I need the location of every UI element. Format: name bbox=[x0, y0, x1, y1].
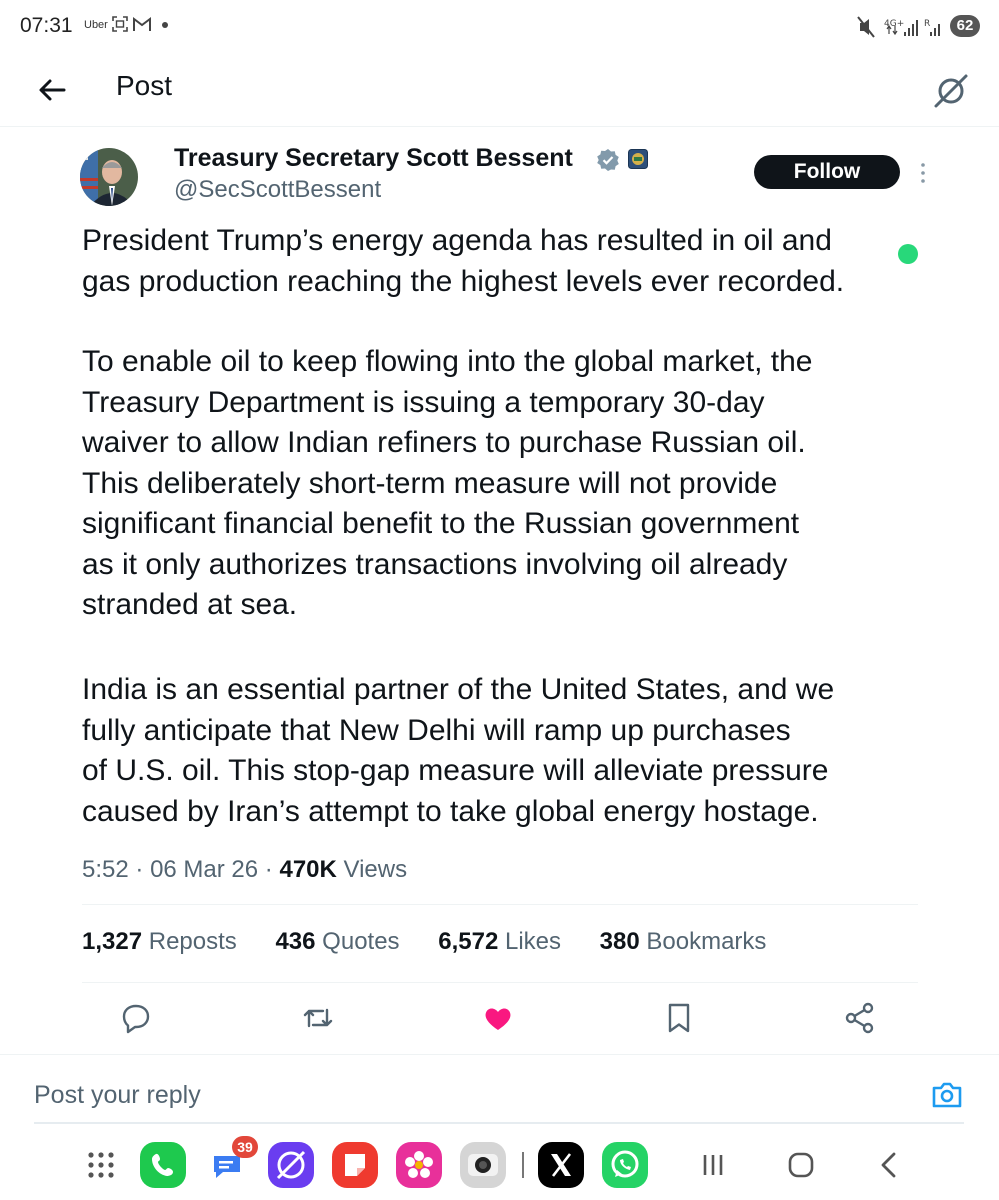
repost-icon[interactable] bbox=[300, 1000, 336, 1036]
divider bbox=[82, 904, 918, 905]
more-notifications-dot bbox=[162, 22, 168, 28]
quotes-label: Quotes bbox=[322, 928, 400, 955]
engagement-stats: 1,327 Reposts 436 Quotes 6,572 Likes 380… bbox=[82, 928, 798, 956]
bookmarks-label: Bookmarks bbox=[646, 928, 767, 955]
x-app-icon[interactable] bbox=[538, 1142, 584, 1188]
notes-app-icon[interactable] bbox=[332, 1142, 378, 1188]
grok-icon[interactable] bbox=[928, 68, 974, 114]
whatsapp-app-icon[interactable] bbox=[602, 1142, 648, 1188]
more-options-icon[interactable] bbox=[912, 160, 934, 186]
internet-app-icon[interactable] bbox=[268, 1142, 314, 1188]
dock-separator bbox=[522, 1152, 524, 1178]
status-bar: 07:31 Uber 4G+ R 62 bbox=[0, 0, 999, 56]
gmail-notification-icon bbox=[133, 17, 151, 31]
back-arrow-icon[interactable] bbox=[30, 68, 74, 112]
status-clock: 07:31 bbox=[20, 14, 73, 37]
reposts-label: Reposts bbox=[148, 928, 237, 955]
meta-separator: · bbox=[264, 856, 273, 883]
verified-badge-icon bbox=[597, 149, 619, 171]
svg-text:R: R bbox=[924, 19, 930, 29]
post-paragraph-2: To enable oil to keep flowing into the g… bbox=[82, 345, 813, 621]
camera-icon[interactable] bbox=[930, 1078, 964, 1112]
reply-icon[interactable] bbox=[118, 1000, 154, 1036]
messages-unread-badge: 39 bbox=[232, 1136, 258, 1158]
author-handle[interactable]: @SecScottBessent bbox=[174, 176, 381, 204]
battery-level: 62 bbox=[950, 15, 980, 37]
follow-button[interactable]: Follow bbox=[754, 155, 900, 189]
likes-stat[interactable]: 6,572 Likes bbox=[438, 928, 561, 956]
views-label: Views bbox=[343, 856, 408, 883]
likes-count: 6,572 bbox=[438, 928, 499, 955]
divider bbox=[0, 1054, 999, 1055]
bookmark-icon[interactable] bbox=[661, 1000, 697, 1036]
home-nav-icon[interactable] bbox=[778, 1142, 824, 1188]
divider bbox=[82, 982, 918, 983]
share-icon[interactable] bbox=[842, 1000, 878, 1036]
quotes-count: 436 bbox=[275, 928, 316, 955]
views-count: 470K bbox=[279, 856, 337, 883]
like-icon[interactable] bbox=[480, 1000, 516, 1036]
post-paragraph-3: India is an essential partner of the Uni… bbox=[82, 673, 835, 828]
page-title: Post bbox=[116, 70, 173, 101]
reposts-stat[interactable]: 1,327 Reposts bbox=[82, 928, 237, 956]
treasury-seal-affiliate-icon bbox=[628, 149, 648, 169]
bookmarks-count: 380 bbox=[599, 928, 640, 955]
scan-notification-icon bbox=[112, 16, 128, 32]
app-drawer-icon[interactable] bbox=[78, 1142, 124, 1188]
post-paragraph-1: President Trump’s energy agenda has resu… bbox=[82, 224, 845, 298]
post-meta: 5:52 · 06 Mar 26 · 470K Views bbox=[82, 856, 407, 884]
svg-text:4G+: 4G+ bbox=[884, 19, 904, 29]
reply-input[interactable] bbox=[34, 1070, 894, 1120]
post-date[interactable]: 06 Mar 26 bbox=[150, 856, 258, 883]
phone-app-icon[interactable] bbox=[140, 1142, 186, 1188]
avatar-portrait-icon bbox=[80, 148, 138, 206]
quotes-stat[interactable]: 436 Quotes bbox=[275, 928, 399, 956]
meta-separator: · bbox=[135, 856, 144, 883]
bookmarks-stat[interactable]: 380 Bookmarks bbox=[600, 928, 767, 956]
uber-notification-icon: Uber bbox=[84, 19, 108, 31]
reply-underline bbox=[34, 1122, 964, 1124]
back-nav-icon[interactable] bbox=[866, 1142, 912, 1188]
post-time[interactable]: 5:52 bbox=[82, 856, 129, 883]
gallery-app-icon[interactable] bbox=[396, 1142, 442, 1188]
author-name[interactable]: Treasury Secretary Scott Bessent bbox=[174, 144, 573, 173]
author-avatar[interactable] bbox=[80, 148, 138, 206]
reposts-count: 1,327 bbox=[82, 928, 143, 955]
recent-apps-nav-icon[interactable] bbox=[690, 1142, 736, 1188]
top-app-bar: Post bbox=[0, 56, 999, 127]
likes-label: Likes bbox=[504, 928, 561, 955]
camera-app-icon[interactable] bbox=[460, 1142, 506, 1188]
